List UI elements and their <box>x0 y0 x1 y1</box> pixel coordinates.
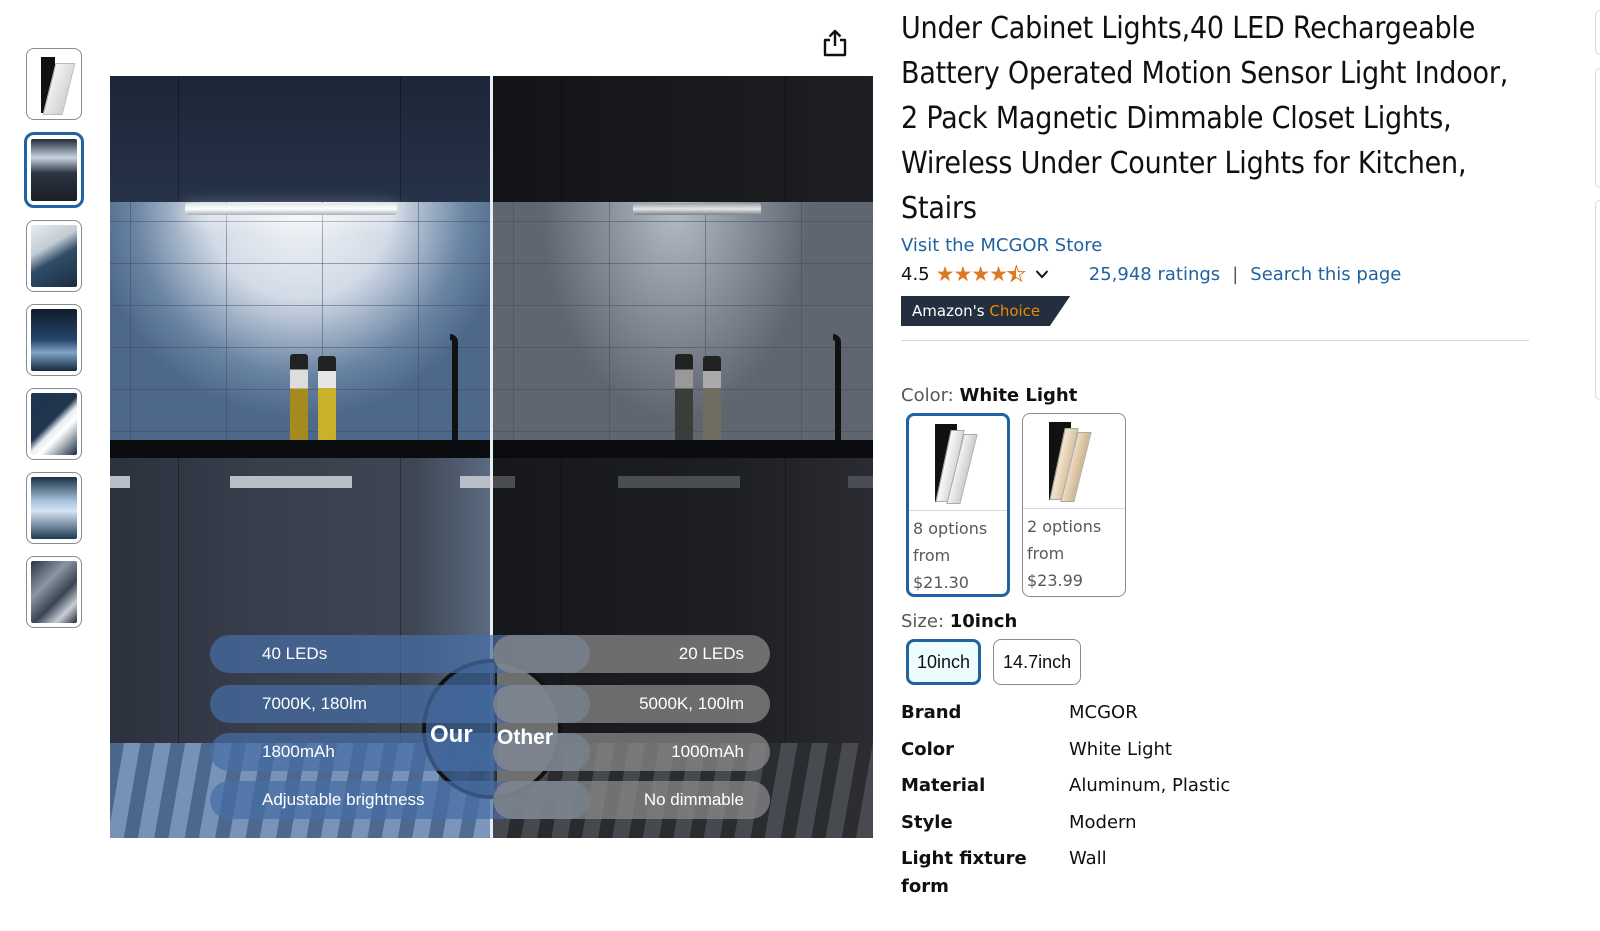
upper-cabinet <box>110 76 490 202</box>
amazons-choice-badge[interactable]: Amazon's Choice <box>901 296 1071 326</box>
color-swatches: 8 options from $21.30 2 options from $23… <box>906 413 1531 597</box>
ratings-count-link[interactable]: 25,948 ratings <box>1089 264 1220 285</box>
thumbnail-detail-closeup[interactable] <box>26 220 82 292</box>
bottle <box>290 354 308 440</box>
color-label-key: Color: <box>901 385 954 406</box>
spec-row: Material Aluminum, Plastic <box>901 772 1531 800</box>
option-from: from <box>1027 544 1065 563</box>
thumbnail-motion-sensor[interactable] <box>26 304 82 376</box>
option-count: 2 options <box>1027 517 1102 536</box>
color-label: Color: White Light <box>901 385 1531 406</box>
badge-highlight-text: Choice <box>989 302 1041 320</box>
search-this-page-link[interactable]: Search this page <box>1250 264 1401 285</box>
badge-text: Amazon's <box>912 302 985 320</box>
size-options: 10inch 14.7inch <box>906 639 1531 685</box>
faucet <box>833 334 841 442</box>
size-label: Size: 10inch <box>901 611 1531 632</box>
thumbnail-comparison[interactable] <box>24 132 84 208</box>
rating-value: 4.5 <box>901 263 930 285</box>
half-star-icon: ★ <box>1006 262 1026 287</box>
spec-value: MCGOR <box>1069 702 1138 723</box>
our-label: Our <box>430 721 473 748</box>
spec-value: White Light <box>1069 738 1172 760</box>
thumbnail-image <box>31 561 77 623</box>
chevron-down-icon[interactable] <box>1035 267 1049 281</box>
spec-key: Style <box>901 811 953 833</box>
spec-row: Style Modern <box>901 809 1531 837</box>
thumbnail-image <box>31 393 77 455</box>
option-count: 8 options <box>913 519 988 538</box>
size-label-key: Size: <box>901 611 945 632</box>
led-light-bar <box>185 203 397 215</box>
option-price: $23.99 <box>1027 571 1083 590</box>
other-feature-pill: 20 LEDs <box>493 635 770 673</box>
led-light-bar <box>633 203 761 215</box>
store-link[interactable]: Visit the MCGOR Store <box>901 234 1102 258</box>
option-price: $21.30 <box>913 573 969 592</box>
size-option-10inch[interactable]: 10inch <box>906 639 982 685</box>
buybox-edge <box>1595 200 1600 400</box>
faucet <box>450 334 458 442</box>
color-option-warm-light[interactable]: 2 options from $23.99 <box>1022 413 1126 597</box>
thumbnail-image <box>31 225 77 287</box>
swatch-image <box>909 416 1007 511</box>
thumbnail-strip <box>24 48 84 640</box>
buybox-edge <box>1595 68 1600 188</box>
spec-value: Modern <box>1069 811 1137 833</box>
countertop <box>493 440 873 458</box>
size-selected-value: 10inch <box>949 611 1018 632</box>
spec-key: Brand <box>901 702 962 723</box>
star-icon: ★ <box>953 262 972 286</box>
product-specs: Brand MCGOR Color White Light Material A… <box>901 699 1531 901</box>
star-rating[interactable]: ★★★★★ <box>935 262 1027 287</box>
color-selected-value: White Light <box>959 385 1078 406</box>
bottle <box>318 356 336 440</box>
thumbnail-product-front[interactable] <box>26 48 82 120</box>
other-feature-pill: No dimmable <box>493 781 770 819</box>
rating-row: 4.5 ★★★★★ 25,948 ratings | Search this p… <box>901 260 1531 288</box>
spec-value: Wall <box>1069 848 1107 869</box>
countertop <box>110 440 490 458</box>
star-icon: ★ <box>989 262 1008 286</box>
thumbnail-usage-scenes[interactable] <box>26 556 82 628</box>
other-label: Other <box>497 726 554 749</box>
main-product-image[interactable]: 40 LEDs 7000K, 180lm 1800mAh Adjustable … <box>110 76 873 838</box>
separator: | <box>1232 263 1239 285</box>
size-option-14-7inch[interactable]: 14.7inch <box>993 639 1082 685</box>
upper-cabinet <box>493 76 873 202</box>
thumbnail-image <box>31 139 77 201</box>
option-from: from <box>913 546 951 565</box>
share-icon[interactable] <box>822 28 848 58</box>
product-details: Under Cabinet Lights,40 LED Rechargeable… <box>901 6 1531 910</box>
spec-value: Aluminum, Plastic <box>1069 775 1231 796</box>
star-icon: ★ <box>971 262 990 286</box>
thumbnail-image <box>31 53 77 115</box>
spec-row: Light fixture form Wall <box>901 845 1531 901</box>
spec-key: Color <box>901 738 954 760</box>
bottle <box>703 356 721 440</box>
thumbnail-battery[interactable] <box>26 388 82 460</box>
star-icon: ★ <box>935 262 955 286</box>
other-feature-pill: 5000K, 100lm <box>493 685 770 723</box>
buybox-edge <box>1595 10 1600 55</box>
bottle <box>675 354 693 440</box>
color-option-white-light[interactable]: 8 options from $21.30 <box>906 413 1010 597</box>
thumbnail-image <box>31 477 77 539</box>
spec-row: Brand MCGOR <box>901 699 1531 727</box>
product-title: Under Cabinet Lights,40 LED Rechargeable… <box>901 11 1509 226</box>
spec-key: Material <box>901 775 986 796</box>
divider <box>901 340 1529 341</box>
thumbnail-magnetic-install[interactable] <box>26 472 82 544</box>
swatch-image <box>1023 414 1125 509</box>
spec-key: Light fixture form <box>901 848 1027 897</box>
thumbnail-image <box>31 309 77 371</box>
spec-row: Color White Light <box>901 736 1531 764</box>
